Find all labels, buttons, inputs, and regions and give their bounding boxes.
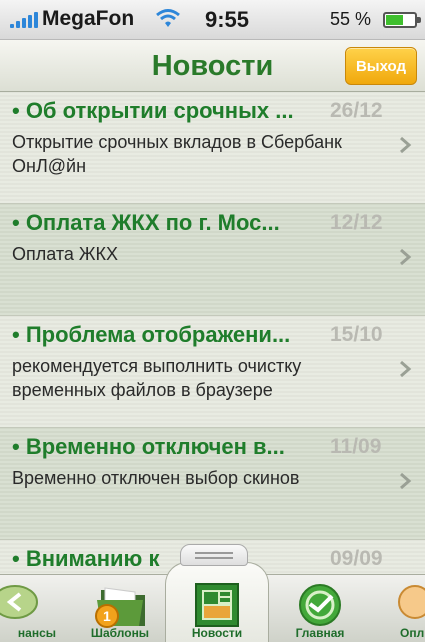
coins-icon <box>0 585 38 619</box>
news-item[interactable]: • Временно отключен в... 11/09 Временно … <box>0 428 425 540</box>
news-item[interactable]: • Проблема отображени... 15/10 рекоменду… <box>0 316 425 428</box>
tab-finances[interactable]: нансы <box>0 580 60 642</box>
folder-icon: 1 <box>95 587 145 628</box>
news-title: • Временно отключен в... <box>12 434 285 459</box>
tab-label: Главная <box>295 626 345 640</box>
news-date: 26/12 <box>330 99 383 122</box>
navigation-bar: Новости Выход <box>0 40 425 92</box>
news-item[interactable]: • Об открытии срочных ... 26/12 Открытие… <box>0 92 425 204</box>
news-summary: рекомендуется выполнить очистку временны… <box>12 356 302 400</box>
news-title: • Об открытии срочных ... <box>12 98 294 123</box>
battery-icon <box>383 12 421 28</box>
chevron-right-icon <box>400 248 412 266</box>
tab-label: Шаблоны <box>90 626 150 640</box>
news-title: • Вниманию к <box>12 546 160 571</box>
payments-icon <box>398 585 425 619</box>
news-summary: Оплата ЖКХ <box>12 244 119 264</box>
news-icon <box>195 583 239 627</box>
exit-button[interactable]: Выход <box>345 47 417 85</box>
chevron-right-icon <box>400 360 412 378</box>
tab-label: Новости <box>191 626 243 640</box>
chevron-right-icon <box>400 472 412 490</box>
tab-templates[interactable]: 1 Шаблоны <box>75 580 165 642</box>
news-title: • Проблема отображени... <box>12 322 291 347</box>
battery-percent: 55 % <box>330 9 372 29</box>
tab-home[interactable]: Главная <box>275 580 365 642</box>
signal-strength-icon <box>10 12 38 28</box>
news-item[interactable]: • Оплата ЖКХ по г. Мос... 12/12 Оплата Ж… <box>0 204 425 316</box>
clock: 9:55 <box>205 7 250 32</box>
chevron-right-icon <box>400 136 412 154</box>
news-list[interactable]: • Об открытии срочных ... 26/12 Открытие… <box>0 92 425 584</box>
news-summary: Открытие срочных вкладов в Сбербанк ОнЛ@… <box>12 132 342 176</box>
news-date: 11/09 <box>330 435 382 458</box>
sberbank-logo-icon <box>299 584 341 626</box>
news-date: 12/12 <box>330 211 383 234</box>
news-title: • Оплата ЖКХ по г. Мос... <box>12 210 280 235</box>
news-date: 15/10 <box>330 323 383 346</box>
tab-label: нансы <box>17 626 56 640</box>
svg-text:1: 1 <box>103 608 111 624</box>
tab-news[interactable]: Новости <box>172 580 262 642</box>
wifi-icon <box>156 9 180 27</box>
tab-label: Опл <box>400 626 425 640</box>
news-date: 09/09 <box>330 547 383 570</box>
drag-handle[interactable] <box>180 544 248 566</box>
tab-payments[interactable]: Опл <box>380 580 425 642</box>
status-bar: MegaFon 9:55 55 % <box>0 0 425 40</box>
carrier-name: MegaFon <box>42 7 135 30</box>
news-summary: Временно отключен выбор скинов <box>12 468 300 488</box>
